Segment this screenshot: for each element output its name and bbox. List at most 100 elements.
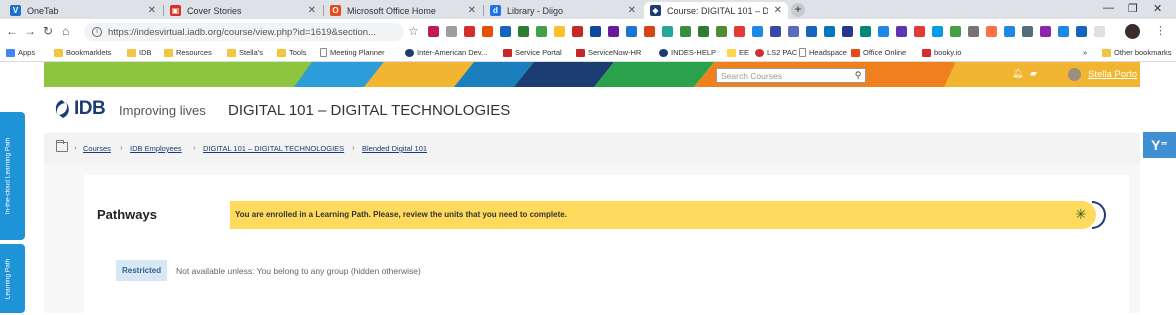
extension-icon[interactable] (914, 26, 925, 37)
extension-icon[interactable] (446, 26, 457, 37)
bookmarks-overflow-button[interactable]: » (1083, 48, 1087, 57)
bookmark-inter-american[interactable]: Inter-American Dev... (405, 48, 487, 57)
bookmark-ls2-pac[interactable]: LS2 PAC (755, 48, 797, 57)
extension-icon[interactable] (734, 26, 745, 37)
profile-avatar-icon[interactable] (1125, 24, 1140, 39)
extension-icon[interactable] (518, 26, 529, 37)
extension-icon[interactable] (842, 26, 853, 37)
extension-icon[interactable] (968, 26, 979, 37)
browser-tab-course[interactable]: ◆ Course: DIGITAL 101 – DIGITAL TE ✕ (644, 2, 788, 19)
browser-tab-onetab[interactable]: V OneTab ✕ (4, 2, 162, 19)
extension-icon[interactable] (644, 26, 655, 37)
extension-icon[interactable] (698, 26, 709, 37)
info-icon[interactable]: i (92, 27, 102, 37)
minimize-button[interactable]: — (1103, 2, 1114, 14)
idb-logo-mark-icon (55, 100, 69, 118)
bookmark-bookmarklets[interactable]: Bookmarklets (54, 48, 111, 57)
extension-icon[interactable] (500, 26, 511, 37)
bookmark-label: Inter-American Dev... (417, 48, 488, 57)
extension-icon[interactable] (824, 26, 835, 37)
address-bar[interactable]: i https://indesvirtual.iadb.org/course/v… (84, 23, 404, 41)
bookmark-resources[interactable]: Resources (164, 48, 212, 57)
close-window-button[interactable]: ✕ (1153, 2, 1162, 15)
breadcrumb-course[interactable]: DIGITAL 101 – DIGITAL TECHNOLOGIES (203, 144, 344, 153)
extension-icon[interactable] (608, 26, 619, 37)
breadcrumb-blended-digital[interactable]: Blended Digital 101 (362, 144, 427, 153)
side-tab-learning-path-2[interactable]: Learning Path (0, 244, 25, 313)
bookmark-headspace[interactable]: Headspace (799, 48, 847, 57)
extension-icon[interactable] (590, 26, 601, 37)
extension-icon[interactable] (950, 26, 961, 37)
extension-icon[interactable] (896, 26, 907, 37)
folder-home-icon[interactable] (56, 140, 68, 152)
bookmark-apps[interactable]: Apps (6, 48, 35, 57)
close-icon[interactable]: ✕ (148, 5, 156, 16)
ye-widget-button[interactable]: Y⁼ (1143, 132, 1176, 158)
extension-icon[interactable] (878, 26, 889, 37)
extension-icon[interactable] (1058, 26, 1069, 37)
breadcrumb-courses[interactable]: Courses (83, 144, 111, 153)
extension-icon[interactable] (770, 26, 781, 37)
user-menu-name[interactable]: Stella Porto (1088, 69, 1137, 80)
extension-icon[interactable] (932, 26, 943, 37)
bookmark-servicenow-hr[interactable]: ServiceNow-HR (576, 48, 641, 57)
bookmark-star-icon[interactable]: ☆ (408, 24, 419, 38)
search-icon[interactable]: ⚲ (852, 69, 864, 81)
extension-icon[interactable] (986, 26, 997, 37)
main-content (44, 163, 1140, 315)
close-icon[interactable]: ✕ (628, 5, 636, 16)
reload-icon[interactable]: ↻ (43, 25, 53, 37)
bookmark-booky[interactable]: booky.io (922, 48, 961, 57)
chat-icon[interactable]: ▰ (1030, 68, 1037, 79)
tab-title: OneTab (27, 5, 59, 16)
bell-icon[interactable]: 🔔︎ (1012, 68, 1023, 79)
extension-icon[interactable] (860, 26, 871, 37)
extension-icon[interactable] (680, 26, 691, 37)
bookmark-indes-help[interactable]: INDES-HELP (659, 48, 716, 57)
bookmark-idb[interactable]: IDB (127, 48, 152, 57)
new-tab-button[interactable]: + (791, 3, 805, 17)
bookmark-tools[interactable]: Tools (277, 48, 307, 57)
close-icon[interactable]: ✕ (774, 5, 782, 16)
maximize-button[interactable]: ❐ (1128, 2, 1138, 15)
extension-icon[interactable] (788, 26, 799, 37)
overflow-label: » (1083, 48, 1088, 57)
bookmark-stellas[interactable]: Stella's (227, 48, 263, 57)
bookmark-label: EE (739, 48, 750, 57)
extension-icon[interactable] (554, 26, 565, 37)
menu-dots-icon[interactable]: ⋮ (1155, 24, 1166, 37)
close-icon[interactable]: ✕ (308, 5, 316, 16)
forward-arrow-icon[interactable]: → (24, 25, 36, 37)
extension-icon[interactable] (1040, 26, 1051, 37)
bookmark-ee[interactable]: EE (727, 48, 749, 57)
extension-icon[interactable] (806, 26, 817, 37)
breadcrumb-idb-employees[interactable]: IDB Employees (130, 144, 182, 153)
extension-icon[interactable] (1094, 26, 1105, 37)
extension-icon[interactable] (1004, 26, 1015, 37)
extension-icon[interactable] (536, 26, 547, 37)
extension-icon[interactable] (482, 26, 493, 37)
home-icon[interactable]: ⌂ (62, 25, 69, 37)
extension-icon[interactable] (716, 26, 727, 37)
other-bookmarks[interactable]: Other bookmarks (1102, 48, 1172, 57)
extension-icon[interactable] (464, 26, 475, 37)
extension-icon[interactable] (662, 26, 673, 37)
idb-logo[interactable]: IDB (52, 98, 106, 120)
extension-icon[interactable] (428, 26, 439, 37)
bookmark-meeting-planner[interactable]: Meeting Planner (320, 48, 385, 57)
browser-tab-diigo[interactable]: d Library - Diigo ✕ (484, 2, 642, 19)
back-arrow-icon[interactable]: ← (6, 25, 18, 37)
browser-tab-office[interactable]: O Microsoft Office Home ✕ (324, 2, 482, 19)
side-tab-learning-path-1[interactable]: In-the-cloud Learning Path (0, 112, 25, 240)
user-avatar[interactable] (1068, 68, 1081, 81)
course-search-input[interactable]: Search Courses (716, 68, 866, 83)
extension-icon[interactable] (626, 26, 637, 37)
bookmark-service-portal[interactable]: Service Portal (503, 48, 562, 57)
close-icon[interactable]: ✕ (468, 5, 476, 16)
extension-icon[interactable] (1076, 26, 1087, 37)
extension-icon[interactable] (1022, 26, 1033, 37)
bookmark-office-online[interactable]: Office Online (851, 48, 906, 57)
extension-icon[interactable] (572, 26, 583, 37)
extension-icon[interactable] (752, 26, 763, 37)
browser-tab-cover-stories[interactable]: ▣ Cover Stories ✕ (164, 2, 322, 19)
